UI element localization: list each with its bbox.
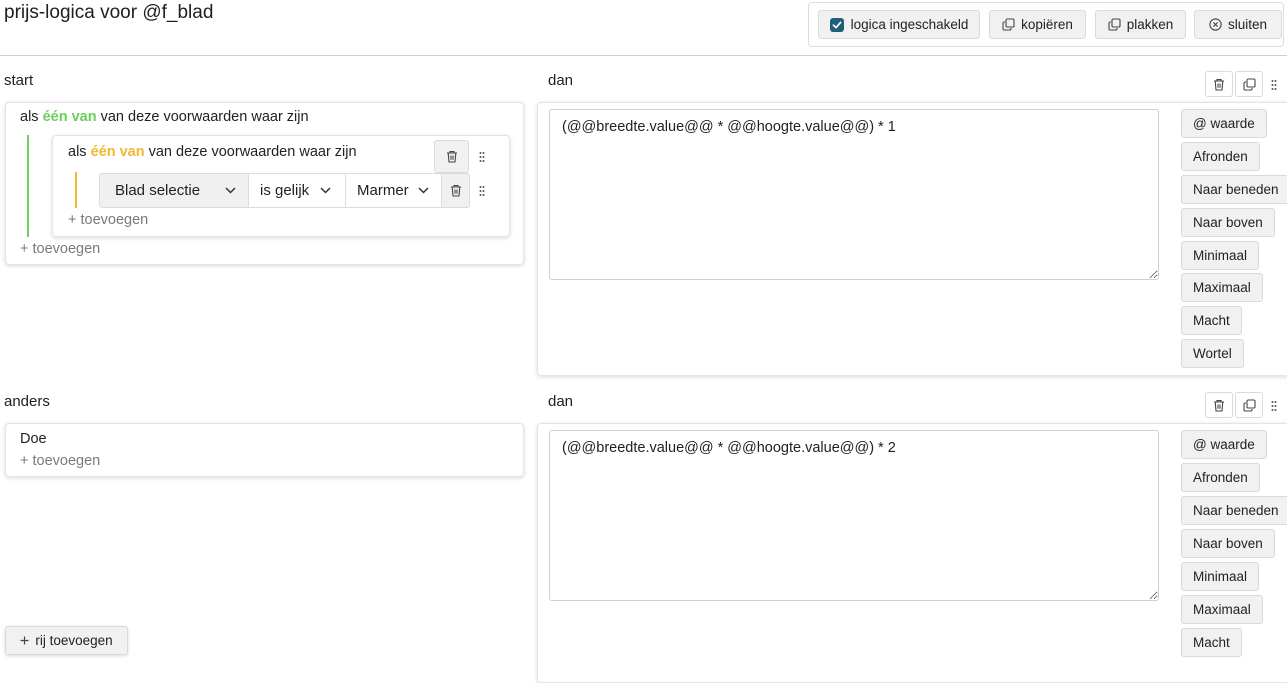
fn-round-button[interactable]: Afronden — [1181, 463, 1260, 492]
row1-expression-input[interactable]: (@@breedte.value@@ * @@hoogte.value@@) *… — [549, 109, 1159, 280]
fn-min-button[interactable]: Minimaal — [1181, 241, 1260, 270]
fn-floor-button[interactable]: Naar beneden — [1181, 496, 1287, 525]
copy-icon — [1002, 18, 1015, 31]
value-select-value: Marmer — [357, 182, 409, 199]
value-select[interactable]: Marmer — [345, 173, 442, 208]
fn-min-button[interactable]: Minimaal — [1181, 562, 1260, 591]
row2-action-card: Doe + toevoegen — [5, 423, 524, 477]
close-circle-icon — [1209, 18, 1222, 31]
plus-icon — [20, 636, 29, 645]
condition-add-link[interactable]: + toevoegen — [20, 241, 100, 257]
fn-ceil-button[interactable]: Naar boven — [1181, 208, 1275, 237]
row1-drag-handle-icon[interactable] — [1268, 76, 1280, 94]
close-button[interactable]: sluiten — [1194, 10, 1282, 39]
copy-label: kopiëren — [1021, 17, 1073, 32]
chevron-down-icon — [418, 187, 429, 194]
comparator-select-value: is gelijk — [260, 182, 310, 199]
add-row-label: rij toevoegen — [35, 633, 113, 648]
row2-then-label: dan — [548, 393, 574, 410]
paste-label: plakken — [1126, 17, 1174, 32]
nested-condition-suffix: van deze voorwaarden waar zijn — [148, 144, 357, 160]
fn-floor-button[interactable]: Naar beneden — [1181, 175, 1287, 204]
trash-icon — [450, 185, 461, 197]
row2-duplicate-button[interactable] — [1235, 392, 1263, 418]
condition-operator-toggle[interactable]: één van — [43, 109, 97, 125]
nested-group-bar — [75, 172, 77, 208]
header-divider — [0, 55, 1287, 56]
nested-condition-card: als één van van deze voorwaarden waar zi… — [52, 135, 510, 237]
condition-group-bar — [27, 135, 29, 237]
row2-else-label: anders — [4, 393, 50, 410]
paste-button[interactable]: plakken — [1095, 10, 1186, 39]
nested-condition-prefix: als — [68, 144, 87, 160]
duplicate-icon — [1242, 398, 1256, 412]
checkbox-checked-icon — [829, 17, 844, 32]
logic-enabled-label: logica ingeschakeld — [850, 17, 969, 32]
row1-condition-card: als één van van deze voorwaarden waar zi… — [5, 102, 524, 265]
fn-round-button[interactable]: Afronden — [1181, 142, 1260, 171]
comparator-select[interactable]: is gelijk — [248, 173, 346, 208]
header-toolbar: logica ingeschakeld kopiëren plakken slu… — [808, 2, 1284, 47]
fn-ceil-button[interactable]: Naar boven — [1181, 529, 1275, 558]
action-add-link[interactable]: + toevoegen — [20, 453, 100, 469]
fn-max-button[interactable]: Maximaal — [1181, 273, 1263, 302]
trash-icon — [446, 151, 457, 163]
chevron-down-icon — [320, 187, 331, 194]
row1-then-label: dan — [548, 72, 574, 89]
nested-condition-sentence: als één van van deze voorwaarden waar zi… — [68, 144, 357, 160]
logic-enabled-toggle[interactable]: logica ingeschakeld — [818, 10, 980, 39]
condition-suffix: van deze voorwaarden waar zijn — [100, 109, 309, 125]
row1-delete-button[interactable] — [1205, 71, 1233, 97]
fn-value-button[interactable]: @ waarde — [1181, 430, 1267, 459]
fn-sqrt-button[interactable]: Wortel — [1181, 339, 1244, 368]
row2-delete-button[interactable] — [1205, 392, 1233, 418]
row1-start-label: start — [4, 72, 34, 89]
action-text: Doe — [20, 431, 47, 447]
nested-drag-handle-icon[interactable] — [476, 148, 488, 166]
fn-value-button[interactable]: @ waarde — [1181, 109, 1267, 138]
copy-button[interactable]: kopiëren — [989, 10, 1086, 39]
nested-condition-operator-toggle[interactable]: één van — [91, 144, 145, 160]
row2-expression-input[interactable]: (@@breedte.value@@ * @@hoogte.value@@) *… — [549, 430, 1159, 601]
nested-add-link[interactable]: + toevoegen — [68, 212, 148, 228]
field-select-value: Blad selectie — [115, 182, 201, 199]
condition-prefix: als — [20, 109, 39, 125]
row2-drag-handle-icon[interactable] — [1268, 397, 1280, 415]
field-select[interactable]: Blad selectie — [99, 173, 249, 208]
condition-sentence: als één van van deze voorwaarden waar zi… — [20, 109, 309, 125]
page-title: prijs-logica voor @f_blad — [4, 2, 214, 23]
fn-power-button[interactable]: Macht — [1181, 306, 1242, 335]
fn-power-button[interactable]: Macht — [1181, 628, 1242, 657]
duplicate-icon — [1242, 77, 1256, 91]
chevron-down-icon — [225, 187, 236, 194]
add-row-button[interactable]: rij toevoegen — [5, 626, 128, 655]
trash-icon — [1214, 399, 1224, 412]
row1-duplicate-button[interactable] — [1235, 71, 1263, 97]
paste-icon — [1108, 18, 1121, 31]
close-label: sluiten — [1227, 17, 1268, 32]
fn-max-button[interactable]: Maximaal — [1181, 595, 1263, 624]
trash-icon — [1214, 78, 1224, 91]
rule-drag-handle-icon[interactable] — [476, 182, 488, 200]
nested-delete-button[interactable] — [434, 140, 469, 173]
rule-delete-button[interactable] — [441, 173, 470, 208]
